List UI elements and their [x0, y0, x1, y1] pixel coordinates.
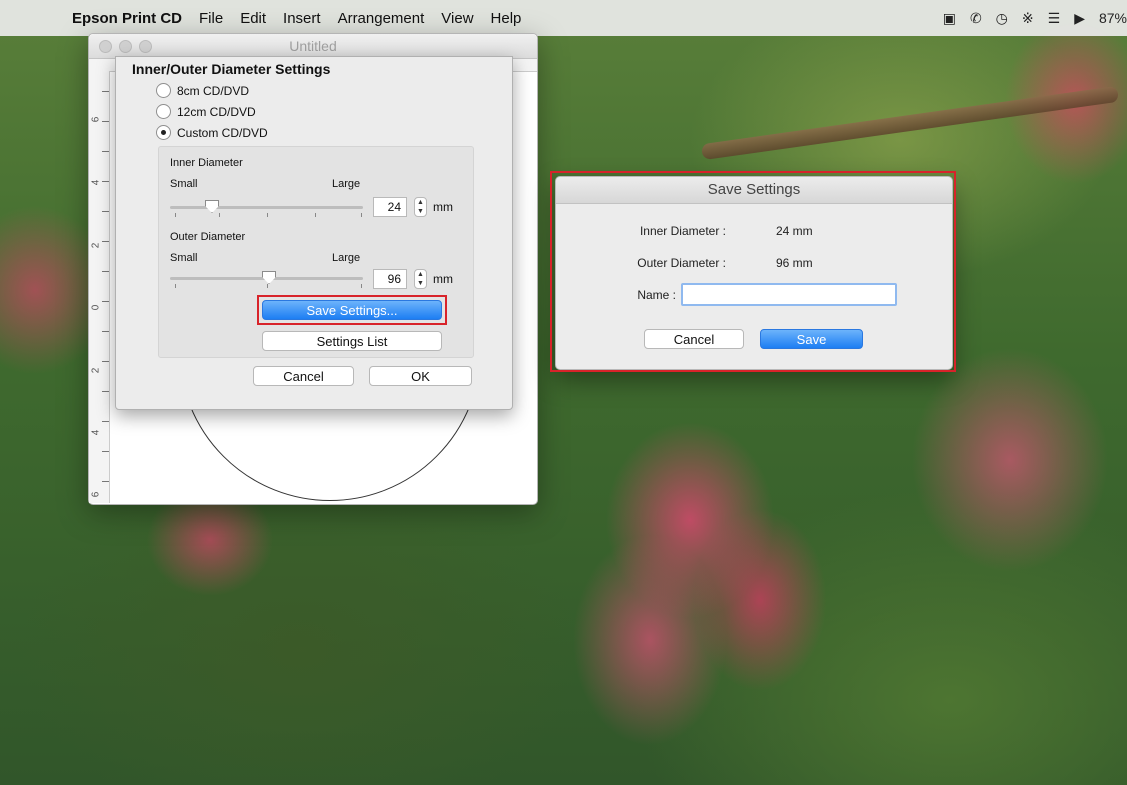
outer-diameter-field[interactable]: 96 — [373, 269, 407, 289]
outer-slider-thumb[interactable] — [262, 271, 276, 284]
airplay-icon[interactable]: ▣ — [943, 10, 956, 27]
ruler-tick — [102, 391, 109, 392]
status-area: ▣ ✆ ◷ ※ ☰ ▶ 87% — [943, 0, 1127, 36]
ruler-tick — [102, 91, 109, 92]
diameter-settings-sheet: Inner/Outer Diameter Settings 8cm CD/DVD… — [115, 56, 513, 410]
diameter-group: Inner Diameter Small Large 24 ▲ ▼ mm Oute… — [158, 146, 474, 358]
option-8cm[interactable]: 8cm CD/DVD — [156, 83, 249, 98]
inner-slider-track[interactable] — [170, 206, 363, 209]
document-title: Untitled — [289, 38, 337, 54]
ruler-tick — [102, 271, 109, 272]
phone-icon[interactable]: ✆ — [970, 10, 982, 27]
ruler-number: 2 — [90, 242, 102, 249]
inner-large-label: Large — [332, 178, 361, 190]
inner-diameter-field[interactable]: 24 — [373, 197, 407, 217]
slider-tick — [267, 213, 268, 217]
ruler-number: 6 — [90, 491, 102, 498]
inner-diameter-label: Inner Diameter — [170, 157, 243, 169]
cancel-button[interactable]: Cancel — [253, 366, 354, 386]
bluetooth-icon[interactable]: ※ — [1022, 10, 1034, 27]
ruler-tick — [102, 241, 109, 242]
ruler-tick — [102, 121, 109, 122]
slider-tick — [361, 213, 362, 217]
ruler-tick — [102, 361, 109, 362]
ruler-tick — [102, 451, 109, 452]
radio-button[interactable] — [156, 83, 171, 98]
option-label: Custom CD/DVD — [177, 125, 268, 140]
outer-unit: mm — [433, 272, 453, 286]
ruler-number: 6 — [90, 116, 102, 123]
ruler-tick — [102, 211, 109, 212]
ruler-tick — [102, 301, 109, 302]
wallpaper-branch — [700, 85, 1120, 161]
volume-icon[interactable]: ▶ — [1074, 10, 1085, 27]
menu-file[interactable]: File — [199, 10, 223, 27]
outer-small-label: Small — [170, 252, 198, 264]
ruler-tick — [102, 421, 109, 422]
slider-tick — [175, 284, 176, 288]
option-12cm[interactable]: 12cm CD/DVD — [156, 104, 256, 119]
app-menu[interactable]: Epson Print CD — [72, 10, 182, 27]
ruler-tick — [102, 331, 109, 332]
ruler-tick — [102, 481, 109, 482]
ruler-number: 2 — [90, 367, 102, 374]
menu-insert[interactable]: Insert — [283, 10, 321, 27]
time-machine-icon[interactable]: ◷ — [996, 10, 1008, 27]
slider-tick — [267, 284, 268, 288]
menu-arrangement[interactable]: Arrangement — [338, 10, 425, 27]
menu-bar: Epson Print CD File Edit Insert Arrangem… — [0, 0, 1127, 36]
radio-button[interactable] — [156, 104, 171, 119]
option-label: 8cm CD/DVD — [177, 83, 250, 98]
vertical-ruler: 6 4 2 0 2 4 6 — [89, 71, 110, 503]
menu-view[interactable]: View — [441, 10, 473, 27]
inner-diameter-stepper[interactable]: ▲ ▼ — [414, 197, 427, 217]
settings-list-button[interactable]: Settings List — [262, 331, 442, 351]
ruler-tick — [102, 151, 109, 152]
option-custom[interactable]: Custom CD/DVD — [156, 125, 268, 140]
option-label: 12cm CD/DVD — [177, 104, 256, 119]
outer-large-label: Large — [332, 252, 361, 264]
save-dialog-highlight — [550, 171, 956, 372]
outer-diameter-label: Outer Diameter — [170, 231, 246, 243]
slider-tick — [175, 213, 176, 217]
outer-diameter-stepper[interactable]: ▲ ▼ — [414, 269, 427, 289]
radio-button[interactable] — [156, 125, 171, 140]
inner-unit: mm — [433, 200, 453, 214]
wifi-icon[interactable]: ☰ — [1048, 10, 1061, 27]
slider-tick — [361, 284, 362, 288]
battery-percent[interactable]: 87% — [1099, 10, 1127, 26]
menu-edit[interactable]: Edit — [240, 10, 266, 27]
menu-help[interactable]: Help — [491, 10, 522, 27]
ruler-tick — [102, 181, 109, 182]
ruler-number: 0 — [90, 304, 102, 311]
ruler-number: 4 — [90, 179, 102, 186]
save-settings-highlight — [257, 295, 447, 325]
ok-button[interactable]: OK — [369, 366, 472, 386]
slider-tick — [219, 213, 220, 217]
slider-tick — [315, 213, 316, 217]
sheet-title: Inner/Outer Diameter Settings — [132, 61, 331, 77]
ruler-number: 4 — [90, 429, 102, 436]
inner-slider-thumb[interactable] — [205, 200, 219, 213]
inner-small-label: Small — [170, 178, 198, 190]
